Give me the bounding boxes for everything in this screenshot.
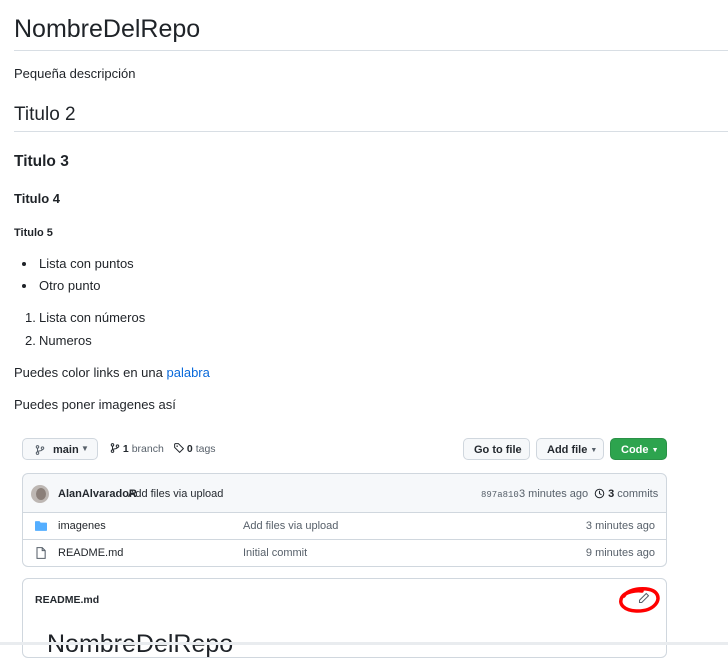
list-number: 1. bbox=[25, 310, 36, 325]
commit-hash[interactable]: 897a810 bbox=[481, 488, 519, 502]
git-branch-icon bbox=[110, 443, 120, 453]
add-file-button[interactable]: Add file ▼ bbox=[536, 438, 604, 460]
link-sentence-prefix: Puedes color links en una bbox=[14, 365, 167, 380]
caret-down-icon: ▼ bbox=[81, 444, 89, 453]
folder-icon bbox=[35, 521, 47, 531]
heading-3: Titulo 3 bbox=[14, 153, 69, 170]
commit-message[interactable]: Add files via upload bbox=[128, 487, 223, 501]
commits-count: 3 bbox=[608, 488, 615, 500]
branch-name: main bbox=[53, 444, 79, 456]
file-row[interactable]: imagenes Add files via upload 3 minutes … bbox=[22, 513, 667, 540]
heading-2-divider bbox=[14, 131, 728, 132]
commits-label: commits bbox=[617, 488, 659, 500]
tags-label: tags bbox=[195, 443, 216, 455]
tags-link[interactable]: 0 tags bbox=[174, 442, 216, 456]
bullet-dot bbox=[22, 262, 26, 266]
readme-preview-box: README.md NombreDelRepo bbox=[22, 578, 667, 658]
branches-label: branch bbox=[131, 443, 164, 455]
file-icon bbox=[36, 547, 46, 559]
commit-time: 3 minutes ago bbox=[519, 488, 589, 500]
readme-description: Pequeña descripción bbox=[14, 66, 136, 81]
file-commit-message[interactable]: Add files via upload bbox=[243, 519, 338, 533]
file-row[interactable]: README.md Initial commit 9 minutes ago bbox=[22, 540, 667, 567]
caret-down-icon: ▼ bbox=[651, 447, 659, 454]
file-commit-time: 3 minutes ago bbox=[585, 520, 655, 532]
go-to-file-button[interactable]: Go to file bbox=[463, 438, 530, 460]
add-file-label: Add file bbox=[547, 444, 588, 456]
file-name[interactable]: README.md bbox=[58, 546, 123, 560]
readme-title: NombreDelRepo bbox=[14, 15, 201, 43]
file-name[interactable]: imagenes bbox=[58, 519, 106, 533]
branches-link[interactable]: 1 branch bbox=[110, 442, 164, 456]
branches-count: 1 bbox=[122, 443, 129, 455]
tags-count: 0 bbox=[186, 443, 193, 455]
heading-5: Titulo 5 bbox=[14, 227, 53, 239]
list-number: 2. bbox=[25, 333, 36, 348]
file-commit-message[interactable]: Initial commit bbox=[243, 546, 307, 560]
avatar[interactable] bbox=[31, 485, 49, 503]
caret-down-icon: ▼ bbox=[590, 447, 598, 454]
bullet-dot bbox=[22, 284, 26, 288]
title-divider bbox=[14, 50, 728, 51]
heading-4: Titulo 4 bbox=[14, 191, 60, 206]
heading-2: Titulo 2 bbox=[14, 104, 76, 125]
history-icon bbox=[594, 488, 605, 499]
code-button[interactable]: Code ▼ bbox=[610, 438, 667, 460]
numbered-item: Numeros bbox=[39, 333, 92, 348]
red-circle-annotation bbox=[619, 587, 660, 613]
commits-history-link[interactable]: 3 commits bbox=[594, 487, 658, 501]
link-sentence: Puedes color links en una palabra bbox=[14, 364, 210, 382]
numbered-item: Lista con números bbox=[39, 310, 146, 325]
images-sentence: Puedes poner imagenes así bbox=[14, 397, 176, 412]
tag-icon bbox=[174, 443, 185, 454]
code-label: Code bbox=[621, 444, 649, 456]
commit-author[interactable]: AlanAlvaradoR bbox=[58, 487, 137, 501]
bullet-item: Otro punto bbox=[39, 278, 101, 293]
readme-header: README.md bbox=[35, 594, 100, 606]
branch-select-button[interactable]: main ▼ bbox=[22, 438, 98, 460]
git-branch-icon bbox=[35, 445, 45, 455]
file-commit-time: 9 minutes ago bbox=[585, 547, 655, 559]
latest-commit-bar: AlanAlvaradoR Add files via upload 897a8… bbox=[22, 473, 667, 513]
bullet-item: Lista con puntos bbox=[39, 256, 134, 271]
palabra-link[interactable]: palabra bbox=[166, 365, 209, 380]
